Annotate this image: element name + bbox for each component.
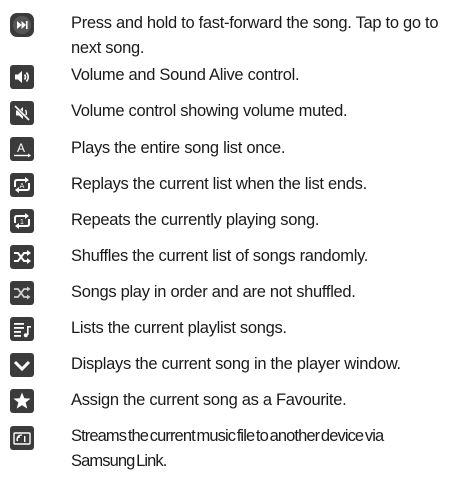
item-description: Replays the current list when the list e…	[71, 175, 367, 193]
item-description: Volume and Sound Alive control.	[71, 66, 300, 84]
item-description: Displays the current song in the player …	[71, 355, 401, 373]
volume-muted-icon	[9, 100, 35, 126]
shuffle-on-icon	[9, 244, 35, 270]
item-description: Plays the entire song list once.	[71, 139, 286, 157]
volume-icon	[9, 64, 35, 90]
skip-next-icon	[9, 12, 35, 38]
item-description: Volume control showing volume muted.	[71, 102, 348, 120]
play-all-once-icon: A	[9, 136, 35, 162]
svg-text:1: 1	[20, 219, 24, 226]
repeat-all-icon: A	[9, 172, 35, 198]
item-description: Assign the current song as a Favourite.	[71, 391, 347, 409]
playlist-icon	[9, 316, 35, 342]
item-description: Songs play in order and are not shuffled…	[71, 283, 356, 301]
svg-text:A: A	[20, 183, 25, 190]
item-description: Press and hold to fast-forward the song.…	[71, 14, 439, 57]
repeat-one-icon: 1	[9, 208, 35, 234]
chevron-down-icon	[9, 352, 35, 378]
stream-device-icon	[9, 425, 35, 451]
item-description: Shuffles the current list of songs rando…	[71, 247, 369, 265]
item-description: Streams the current music file to anothe…	[71, 427, 384, 470]
svg-text:A: A	[17, 141, 25, 155]
item-description: Repeats the currently playing song.	[71, 211, 320, 229]
star-icon	[9, 388, 35, 414]
item-description: Lists the current playlist songs.	[71, 319, 287, 337]
shuffle-off-icon	[9, 280, 35, 306]
